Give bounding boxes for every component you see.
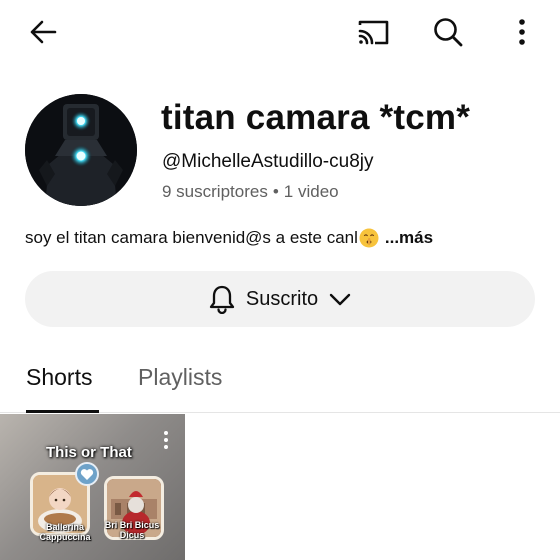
description-more-link[interactable]: ...más — [385, 228, 433, 248]
option-label-right: Bri Bri Bicus Dicus — [104, 520, 160, 540]
channel-tabs: Shorts Playlists — [0, 350, 560, 413]
short-more-icon[interactable] — [160, 430, 172, 450]
short-title-overlay: This or That — [46, 444, 132, 461]
heart-badge-icon — [75, 462, 99, 486]
search-icon — [434, 18, 463, 47]
channel-handle: @MichelleAstudillo-cu8jy — [162, 151, 374, 172]
subscribed-button[interactable]: Suscrito — [25, 271, 535, 327]
short-thumbnail[interactable]: This or That Ballerina Cappuccina Bri Br… — [0, 414, 185, 560]
channel-stats: 9 suscriptores • 1 video — [162, 182, 339, 202]
chevron-down-icon — [329, 293, 351, 306]
back-arrow-icon — [30, 20, 57, 44]
description-text: soy el titan camara bienvenid@s a este c… — [25, 228, 358, 247]
cast-button[interactable] — [351, 10, 395, 54]
top-app-bar — [0, 0, 560, 66]
tab-selected-indicator — [26, 410, 99, 413]
shushing-face-emoji-icon — [359, 228, 379, 248]
stats-separator: • — [272, 182, 279, 201]
cast-icon — [358, 20, 389, 45]
channel-avatar[interactable] — [25, 94, 137, 206]
back-button[interactable] — [21, 10, 65, 54]
avatar-image — [25, 94, 137, 206]
subscribed-label: Suscrito — [245, 287, 319, 310]
search-button[interactable] — [426, 10, 470, 54]
more-options-button[interactable] — [500, 10, 544, 54]
more-vert-icon — [519, 19, 525, 45]
channel-name: titan camara *tcm* — [161, 98, 471, 137]
option-label-left: Ballerina Cappuccina — [39, 522, 91, 542]
tab-shorts[interactable]: Shorts — [26, 364, 92, 391]
bell-icon — [209, 285, 235, 314]
channel-description[interactable]: soy el titan camara bienvenid@s a este c… — [25, 228, 433, 248]
subscriber-count: 9 suscriptores — [162, 182, 268, 201]
video-count: 1 video — [283, 182, 339, 201]
tab-playlists[interactable]: Playlists — [138, 364, 222, 391]
